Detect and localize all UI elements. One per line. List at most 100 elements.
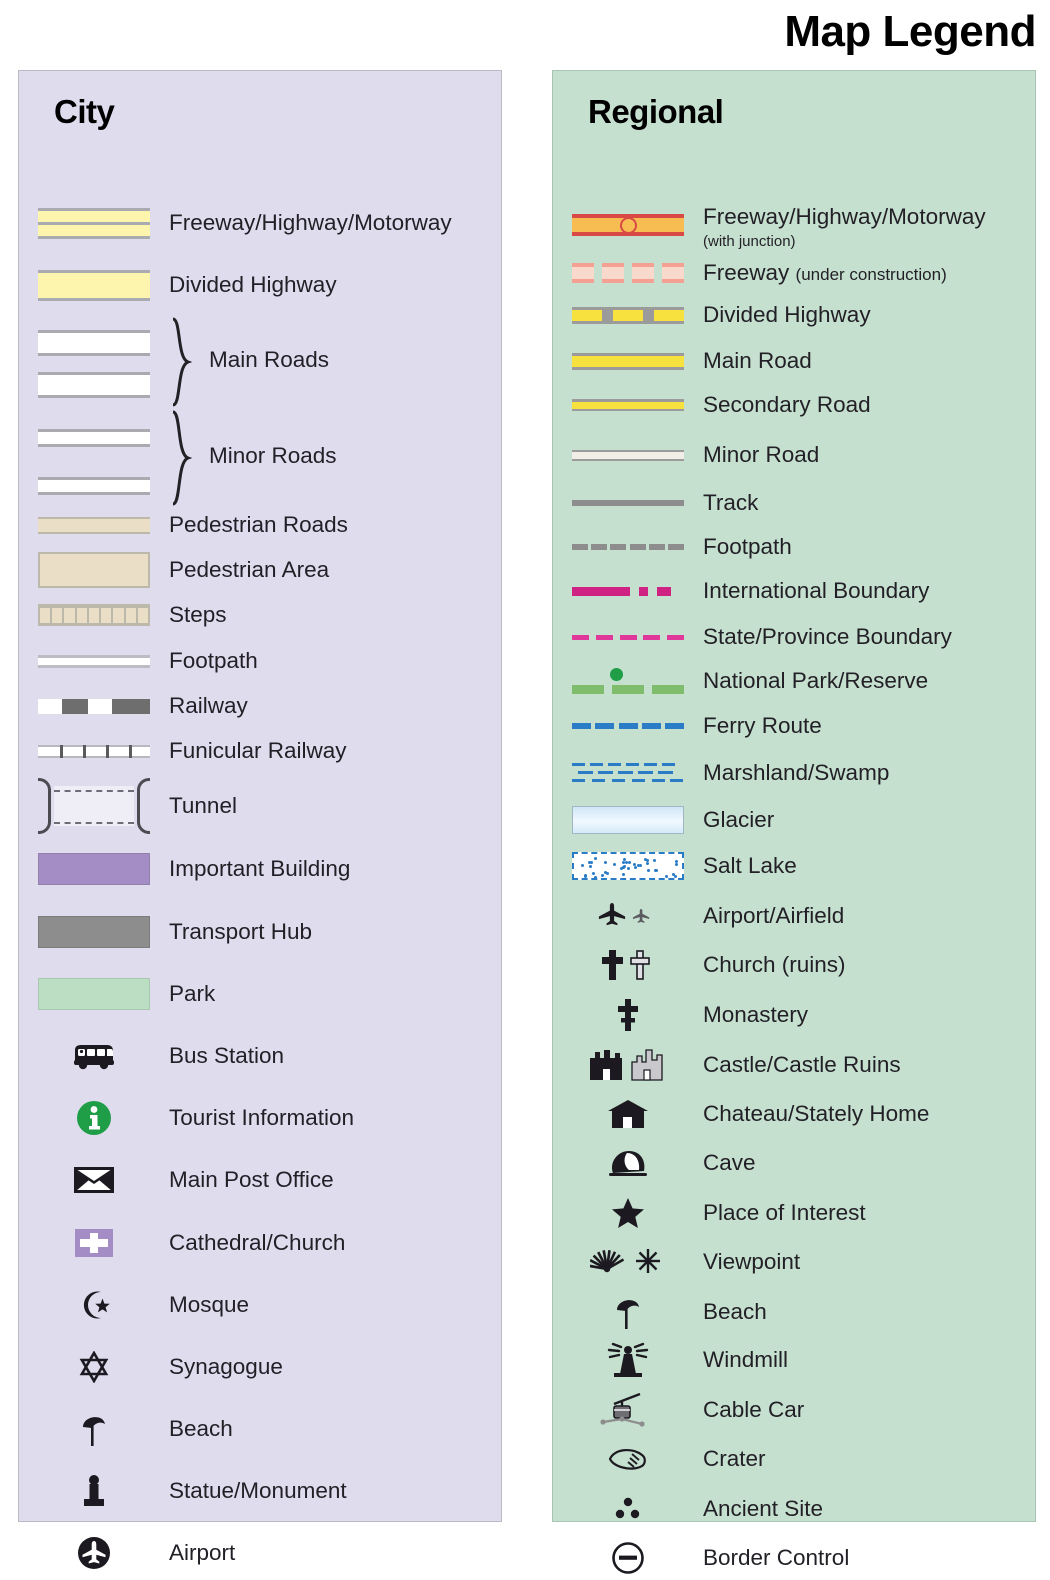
city-park-swatch bbox=[19, 978, 169, 1010]
cross-on-purple-icon bbox=[19, 1229, 169, 1257]
legend-item-sublabel: (with junction) bbox=[703, 233, 796, 250]
legend-item-footpath: Footpath bbox=[553, 525, 1035, 569]
city-pedestrian-road-swatch bbox=[19, 516, 169, 534]
legend-item-track: Track bbox=[553, 481, 1035, 525]
legend-label-wrap: Viewpoint bbox=[703, 1248, 801, 1274]
regional-freeway-construction-swatch bbox=[553, 263, 703, 283]
legend-item-mosque: Mosque bbox=[19, 1283, 501, 1327]
legend-label-wrap: Statue/Monument bbox=[169, 1477, 347, 1503]
regional-freeway-swatch bbox=[553, 214, 703, 236]
airplane-pair-icon bbox=[553, 901, 703, 931]
regional-track-swatch bbox=[553, 500, 703, 506]
legend-item-label: Footpath bbox=[169, 647, 258, 673]
legend-label-wrap: Park bbox=[169, 981, 215, 1006]
legend-item-chateau-stately-home: Chateau/Stately Home bbox=[553, 1092, 1035, 1136]
chateau-icon bbox=[553, 1098, 703, 1130]
legend-item-label: Airport bbox=[169, 1539, 236, 1565]
state-boundary-swatch bbox=[553, 634, 703, 640]
city-transport-hub-swatch bbox=[19, 916, 169, 948]
city-main-roads-swatch bbox=[19, 330, 169, 356]
airplane-circle-icon bbox=[19, 1536, 169, 1570]
legend-item-state-province-boundary: State/Province Boundary bbox=[553, 615, 1035, 659]
legend-label-wrap: Border Control bbox=[703, 1544, 850, 1570]
legend-item-label: Chateau/Stately Home bbox=[703, 1100, 930, 1126]
legend-item-label: Freeway/Highway/Motorway bbox=[169, 209, 452, 235]
cave-icon bbox=[553, 1147, 703, 1179]
legend-item-beach: Beach bbox=[553, 1290, 1035, 1334]
legend-label-wrap: Pedestrian Area bbox=[169, 557, 329, 582]
legend-label-wrap: Main Post Office bbox=[169, 1166, 334, 1192]
legend-item-tourist-information: Tourist Information bbox=[19, 1096, 501, 1140]
crater-icon bbox=[553, 1445, 703, 1473]
legend-label-wrap: Track bbox=[703, 490, 758, 515]
legend-item-label: Minor Roads bbox=[209, 443, 337, 468]
legend-label-wrap: National Park/Reserve bbox=[703, 668, 928, 693]
brace-minor-roads bbox=[171, 410, 193, 506]
orthodox-cross-icon bbox=[553, 997, 703, 1033]
legend-item-label: Footpath bbox=[703, 533, 792, 559]
legend-item-label: Salt Lake bbox=[703, 852, 797, 878]
legend-item-label: Main Post Office bbox=[169, 1166, 334, 1192]
legend-item-label: Place of Interest bbox=[703, 1199, 866, 1225]
legend-item-label: Freeway/Highway/Motorway bbox=[703, 203, 986, 229]
legend-item-label: Viewpoint bbox=[703, 1248, 801, 1274]
legend-item-label: Ferry Route bbox=[703, 712, 822, 738]
windmill-icon bbox=[553, 1342, 703, 1378]
legend-item-bus-station: Bus Station bbox=[19, 1034, 501, 1078]
marshland-swatch bbox=[553, 760, 703, 786]
legend-item-freeway-highway-motorway: Freeway/Highway/Motorway (with junction) bbox=[553, 203, 1035, 249]
legend-item-label: International Boundary bbox=[703, 577, 930, 603]
crescent-star-icon bbox=[19, 1289, 169, 1321]
legend-item-international-boundary: International Boundary bbox=[553, 569, 1035, 613]
legend-item-pedestrian-roads: Pedestrian Roads bbox=[19, 503, 501, 547]
legend-item-label: Crater bbox=[703, 1445, 766, 1471]
envelope-icon bbox=[19, 1167, 169, 1193]
legend-item-border-control: Border Control bbox=[553, 1536, 1035, 1580]
legend-label-wrap: Railway bbox=[169, 692, 248, 718]
cross-pair-icon bbox=[553, 948, 703, 982]
bus-icon bbox=[19, 1042, 169, 1070]
legend-item-footpath: Footpath bbox=[19, 639, 501, 683]
legend-item-label: Border Control bbox=[703, 1544, 850, 1570]
legend-label-wrap: State/Province Boundary bbox=[703, 624, 952, 649]
legend-item-ancient-site: Ancient Site bbox=[553, 1487, 1035, 1531]
legend-item-secondary-road: Secondary Road bbox=[553, 383, 1035, 427]
legend-label-wrap: Bus Station bbox=[169, 1043, 284, 1068]
info-icon bbox=[19, 1100, 169, 1136]
legend-label-wrap: Church (ruins) bbox=[703, 951, 846, 977]
legend-item-label: Railway bbox=[169, 692, 248, 718]
regional-footpath-swatch bbox=[553, 544, 703, 550]
legend-item-cable-car: Cable Car bbox=[553, 1388, 1035, 1432]
brace-main-roads bbox=[171, 317, 193, 407]
legend-item-beach: Beach bbox=[19, 1407, 501, 1451]
beach-umbrella-icon bbox=[19, 1411, 169, 1447]
legend-item-label: Transport Hub bbox=[169, 918, 312, 944]
legend-item-funicular-railway: Funicular Railway bbox=[19, 729, 501, 773]
legend-label-wrap: Divided Highway bbox=[169, 272, 337, 297]
legend-label-wrap: Glacier bbox=[703, 807, 774, 832]
legend-item-label: Beach bbox=[703, 1298, 767, 1324]
legend-label-wrap: Castle/Castle Ruins bbox=[703, 1052, 901, 1077]
legend-item-label: Church (ruins) bbox=[703, 951, 846, 977]
glacier-swatch bbox=[553, 806, 703, 834]
legend-item-airport-airfield: Airport/Airfield bbox=[553, 894, 1035, 938]
city-minor-roads-swatch bbox=[19, 477, 169, 495]
legend-label-wrap: Freeway/Highway/Motorway (with junction) bbox=[703, 203, 986, 251]
legend-item-cathedral-church: Cathedral/Church bbox=[19, 1221, 501, 1265]
legend-label-wrap: Freeway/Highway/Motorway bbox=[169, 209, 452, 235]
legend-item-divided-highway: Divided Highway bbox=[19, 263, 501, 307]
legend-label-wrap: Cave bbox=[703, 1150, 756, 1175]
legend-label-wrap: Footpath bbox=[703, 533, 792, 559]
city-footpath-swatch bbox=[19, 654, 169, 668]
legend-label-wrap: Synagogue bbox=[169, 1354, 283, 1379]
legend-label-wrap: Funicular Railway bbox=[169, 738, 347, 763]
legend-item-label: Statue/Monument bbox=[169, 1477, 347, 1503]
legend-item-label: Beach bbox=[169, 1415, 233, 1441]
international-boundary-swatch bbox=[553, 586, 703, 596]
legend-label-wrap: Airport bbox=[169, 1539, 236, 1565]
legend-item-divided-highway: Divided Highway bbox=[553, 293, 1035, 337]
legend-label-wrap: Cathedral/Church bbox=[169, 1230, 345, 1255]
legend-label-wrap: Footpath bbox=[169, 647, 258, 673]
legend-item-label: Ancient Site bbox=[703, 1495, 824, 1521]
legend-item-minor-roads bbox=[19, 464, 501, 508]
